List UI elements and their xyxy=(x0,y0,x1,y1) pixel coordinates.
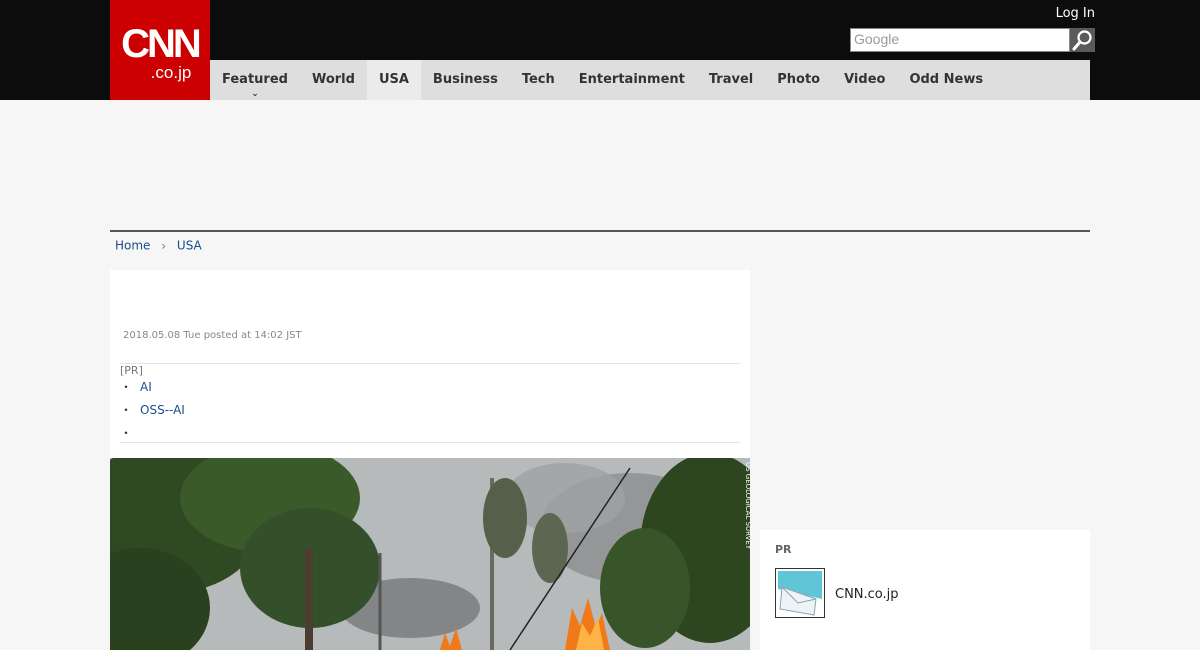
nav-item-label: Travel xyxy=(708,72,754,87)
nav-item-tech[interactable]: Tech xyxy=(510,60,567,100)
pr-thumbnail[interactable] xyxy=(775,568,825,618)
nav-item-label: Featured xyxy=(222,72,288,87)
breadcrumb-current-link[interactable]: USA xyxy=(177,239,202,253)
nav-item-label: World xyxy=(311,72,355,87)
pr-list-item[interactable]: ・ OSS--AI xyxy=(120,399,185,422)
nav-item-business[interactable]: Business xyxy=(421,60,510,100)
bullet-icon: ・ xyxy=(120,426,133,440)
pr-box-item-label[interactable]: CNN.co.jp xyxy=(835,587,899,602)
nav-item-label: Video xyxy=(844,72,886,87)
chevron-right-icon: › xyxy=(161,238,167,253)
nav-item-label: Odd News xyxy=(909,72,984,87)
pr-box-heading: PR xyxy=(775,543,792,556)
nav-item-label: Entertainment xyxy=(578,72,685,87)
nav-item-photo[interactable]: Photo xyxy=(765,60,832,100)
photo-credit: US GEOLOGICAL SURVEY xyxy=(744,462,750,550)
search-button[interactable] xyxy=(1070,28,1095,52)
nav-item-label: Business xyxy=(432,72,498,87)
pr-link-text[interactable]: OSS--AI xyxy=(140,403,185,417)
nav-item-usa[interactable]: USA xyxy=(366,60,421,100)
search-input[interactable]: Google xyxy=(850,28,1070,52)
article-card: 2018.05.08 Tue posted at 14:02 JST [PR] … xyxy=(110,270,750,650)
article-photo: US GEOLOGICAL SURVEY xyxy=(110,458,750,650)
breadcrumb-home-link[interactable]: Home xyxy=(115,239,150,253)
nav-item-world[interactable]: World xyxy=(300,60,367,100)
pr-divider xyxy=(120,442,740,443)
bullet-icon: ・ xyxy=(120,403,133,417)
email-thumbnail-icon xyxy=(776,569,824,617)
breadcrumb: Home › USA xyxy=(115,238,202,253)
section-divider xyxy=(110,230,1090,232)
nav-item-video[interactable]: Video xyxy=(832,60,897,100)
nav-item-label: USA xyxy=(378,72,409,87)
pr-list: ・ AI ・ OSS--AI ・ xyxy=(120,376,185,445)
article-date: 2018.05.08 Tue posted at 14:02 JST xyxy=(123,330,302,341)
nav-item-entertainment[interactable]: Entertainment xyxy=(567,60,697,100)
nav-item-label: Photo xyxy=(777,72,821,87)
logo-sub-text: .co.jp xyxy=(150,63,192,82)
main-nav: Featured ⌄ World USA Business Tech Enter… xyxy=(210,60,1090,100)
photo-image-icon: US GEOLOGICAL SURVEY xyxy=(110,458,750,650)
cnn-logo[interactable]: CNN .co.jp xyxy=(110,0,210,100)
pr-list-item[interactable]: ・ AI xyxy=(120,376,185,399)
login-link[interactable]: Log In xyxy=(1056,6,1095,21)
search-icon xyxy=(1072,30,1092,51)
nav-item-label: Tech xyxy=(521,72,555,87)
pr-links-block: [PR] ・ AI ・ OSS--AI ・ xyxy=(120,363,740,440)
sidebar-pr-box: PR CNN.co.jp xyxy=(760,530,1090,650)
chevron-down-icon: ⌄ xyxy=(251,89,259,99)
nav-item-travel[interactable]: Travel xyxy=(697,60,765,100)
pr-link-text[interactable]: AI xyxy=(140,380,152,394)
nav-item-featured[interactable]: Featured ⌄ xyxy=(210,60,300,100)
logo-main-text: CNN xyxy=(121,22,202,66)
nav-item-odd-news[interactable]: Odd News xyxy=(897,60,995,100)
bullet-icon: ・ xyxy=(120,380,133,394)
